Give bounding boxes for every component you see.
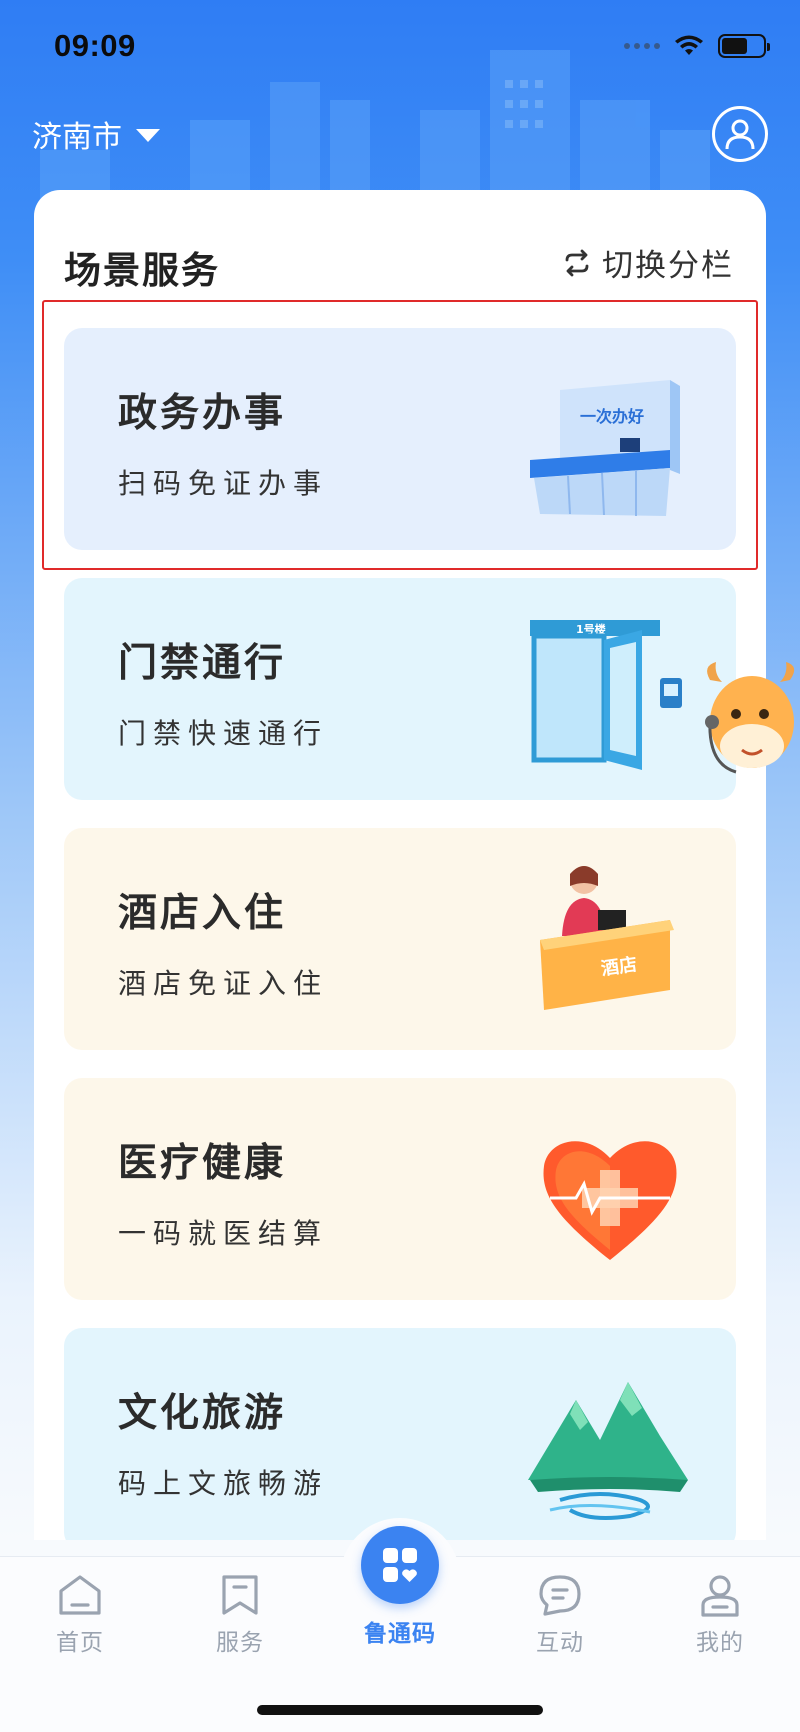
tab-label: 首页	[56, 1630, 104, 1656]
card-hotel-checkin[interactable]: 酒店入住 酒店免证入住 酒店	[64, 828, 736, 1050]
card-medical-health[interactable]: 医疗健康 一码就医结算	[64, 1078, 736, 1300]
card-title: 政务办事	[118, 391, 287, 436]
chevron-down-icon	[136, 128, 160, 142]
swap-arrows-icon	[565, 249, 589, 276]
scene-services-panel: 场景服务 切换分栏 政务办事 扫码免证办事 一次办好 门禁通行 门禁快速通行 1…	[34, 190, 766, 1540]
card-culture-tourism[interactable]: 文化旅游 码上文旅畅游	[64, 1328, 736, 1540]
door-access-illustration: 1号楼	[530, 620, 682, 770]
tab-label: 我的	[696, 1630, 744, 1656]
profile-button[interactable]	[712, 106, 768, 162]
tab-label: 服务	[216, 1630, 264, 1656]
card-subtitle: 酒店免证入住	[118, 967, 329, 1000]
card-title: 医疗健康	[118, 1141, 287, 1186]
tab-interact[interactable]: 互动	[500, 1573, 620, 1657]
user-circle-icon	[725, 119, 755, 150]
hotel-reception-illustration: 酒店	[540, 866, 674, 1010]
tab-label: 鲁通码	[364, 1621, 436, 1647]
mountain-river-illustration	[528, 1382, 688, 1520]
card-government-affairs[interactable]: 政务办事 扫码免证办事 一次办好	[64, 328, 736, 550]
city-selector[interactable]: 济南市	[32, 112, 160, 156]
switch-columns-label: 切换分栏	[602, 248, 734, 284]
wifi-icon	[675, 35, 703, 55]
card-subtitle: 门禁快速通行	[118, 717, 329, 750]
apps-grid-button[interactable]	[361, 1526, 439, 1604]
switch-columns-button[interactable]: 切换分栏	[562, 240, 734, 285]
card-subtitle: 扫码免证办事	[118, 467, 329, 500]
cellular-signal-icon	[624, 43, 660, 49]
person-icon	[701, 1575, 739, 1617]
chat-bubble-icon	[539, 1575, 581, 1616]
status-time: 09:09	[54, 28, 136, 63]
medical-heart-illustration	[543, 1141, 677, 1260]
city-name: 济南市	[32, 120, 122, 155]
status-icons	[624, 34, 770, 58]
tab-label: 互动	[536, 1630, 584, 1656]
apps-grid-icon	[383, 1548, 417, 1582]
card-subtitle: 码上文旅畅游	[118, 1467, 329, 1500]
status-bar: 09:09	[0, 0, 800, 96]
home-icon	[59, 1575, 101, 1615]
card-title: 文化旅游	[118, 1391, 287, 1436]
section-title: 场景服务	[64, 249, 220, 292]
card-title: 门禁通行	[118, 641, 287, 686]
card-title: 酒店入住	[118, 891, 287, 936]
service-counter-illustration: 一次办好	[530, 380, 680, 516]
card-subtitle: 一码就医结算	[118, 1217, 329, 1250]
tab-service[interactable]: 服务	[180, 1573, 300, 1657]
tab-home[interactable]: 首页	[20, 1573, 140, 1657]
card-door-access[interactable]: 门禁通行 门禁快速通行 1号楼	[64, 578, 736, 800]
counter-sign-text: 一次办好	[580, 407, 644, 426]
battery-icon	[718, 34, 770, 58]
bookmark-icon	[222, 1575, 258, 1615]
mascot-calf-icon[interactable]	[702, 660, 800, 790]
tab-lutong-code[interactable]: 鲁通码	[340, 1526, 460, 1648]
tab-mine[interactable]: 我的	[660, 1573, 780, 1657]
home-indicator	[257, 1705, 543, 1715]
